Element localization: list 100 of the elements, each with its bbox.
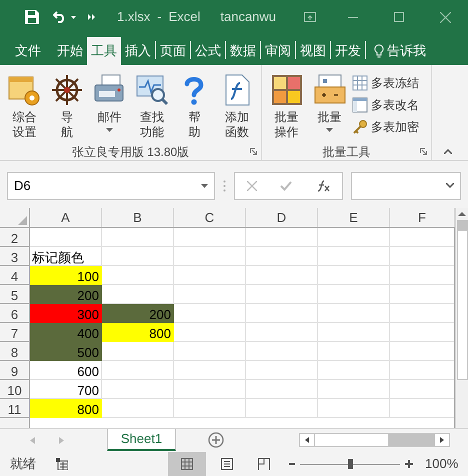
- vertical-scrollbar[interactable]: [455, 208, 468, 428]
- group-label: 张立良专用版 13.80版: [72, 144, 190, 160]
- ribbon-button[interactable]: 多表改名: [352, 95, 419, 114]
- table-cell: 300: [30, 304, 102, 323]
- tell-me-button[interactable]: 告诉我: [374, 37, 426, 65]
- ribbon-button[interactable]: 批量: [309, 73, 350, 143]
- table-cell: [102, 361, 174, 380]
- lightbulb-icon: [374, 44, 384, 58]
- horizontal-scrollbar[interactable]: [299, 433, 450, 447]
- table-cell: 800: [30, 399, 102, 418]
- table-cell: 700: [30, 380, 102, 399]
- user-name: tancanwu: [220, 8, 276, 26]
- formula-field[interactable]: [351, 172, 461, 200]
- insert-function-icon[interactable]: [316, 180, 330, 192]
- column-header[interactable]: D: [246, 208, 318, 227]
- ribbon-tab[interactable]: 开发: [331, 37, 365, 65]
- table-cell: [246, 380, 318, 399]
- page-layout-icon[interactable]: [221, 458, 233, 470]
- chart-magnifier-icon: [134, 73, 169, 107]
- scrollbar-thumb[interactable]: [456, 220, 468, 230]
- colored-tiles-icon: [270, 73, 304, 107]
- ribbon-tab[interactable]: 公式: [191, 37, 225, 65]
- row-header[interactable]: 6: [0, 304, 30, 323]
- row-header[interactable]: 8: [0, 342, 30, 361]
- dropdown-caret-icon[interactable]: [71, 16, 76, 18]
- ribbon-button[interactable]: 多表加密: [352, 117, 419, 136]
- scrollbar-thumb[interactable]: [314, 434, 389, 446]
- table-cell: [318, 399, 390, 418]
- table-cell: [246, 266, 318, 285]
- table-cell: [174, 228, 246, 247]
- table-cell: [318, 304, 390, 323]
- more-commands-icon[interactable]: [88, 14, 95, 20]
- maximize-icon[interactable]: [394, 12, 404, 22]
- table-cell: [102, 380, 174, 399]
- minimize-icon[interactable]: [348, 16, 358, 18]
- ribbon-button[interactable]: 查找 功能: [132, 73, 172, 143]
- ribbon-button[interactable]: 添加 函数: [216, 73, 257, 143]
- table-cell: [102, 228, 174, 247]
- row-header[interactable]: 11: [0, 399, 30, 418]
- table-cell: 200: [102, 304, 174, 323]
- row-header[interactable]: 2: [0, 228, 30, 247]
- table-cell: [318, 323, 390, 342]
- ribbon-button[interactable]: 多表冻结: [352, 73, 419, 92]
- scroll-left-icon[interactable]: [305, 437, 309, 443]
- table-cell: [174, 266, 246, 285]
- name-box[interactable]: D6: [7, 172, 215, 200]
- ribbon-tab[interactable]: 数据: [226, 37, 260, 65]
- table-cell: 标记颜色: [30, 247, 102, 266]
- zoom-slider[interactable]: [300, 459, 400, 469]
- ribbon-button[interactable]: 邮件: [89, 73, 130, 143]
- column-header[interactable]: B: [102, 208, 174, 227]
- page-break-icon[interactable]: [258, 458, 270, 470]
- table-cell: [246, 304, 318, 323]
- ribbon-tab[interactable]: 视图: [296, 37, 330, 65]
- table-cell: [174, 247, 246, 266]
- collapse-ribbon-icon[interactable]: [444, 149, 452, 154]
- ribbon-button[interactable]: 帮 助: [174, 73, 214, 143]
- column-header[interactable]: A: [30, 208, 102, 227]
- corner-triangle-icon: [18, 216, 27, 225]
- ribbon-display-icon[interactable]: [304, 12, 316, 22]
- ribbon-tab[interactable]: 开始: [53, 37, 87, 65]
- macro-record-icon[interactable]: [56, 458, 68, 470]
- save-icon[interactable]: [25, 10, 39, 24]
- ribbon-tab[interactable]: 页面: [156, 37, 190, 65]
- table-cell: 100: [30, 266, 102, 285]
- close-icon[interactable]: [440, 12, 452, 22]
- normal-view-button[interactable]: [168, 452, 206, 476]
- table-cell: [102, 247, 174, 266]
- dialog-launcher-icon[interactable]: [250, 148, 257, 155]
- table-cell: [246, 323, 318, 342]
- table-cell: [102, 342, 174, 361]
- undo-icon[interactable]: [53, 11, 67, 23]
- add-sheet-icon[interactable]: [208, 432, 224, 448]
- row-header[interactable]: 10: [0, 380, 30, 399]
- status-text: 就绪: [10, 455, 36, 474]
- check-icon[interactable]: [280, 180, 292, 190]
- row-header[interactable]: 9: [0, 361, 30, 380]
- table-cell: [246, 361, 318, 380]
- row-header[interactable]: 4: [0, 266, 30, 285]
- ribbon-button[interactable]: 导 航: [46, 73, 87, 143]
- dialog-launcher-icon[interactable]: [420, 148, 427, 155]
- row-header[interactable]: 5: [0, 285, 30, 304]
- ribbon-tab[interactable]: 插入: [121, 37, 155, 65]
- ribbon-tab[interactable]: 文件: [11, 37, 45, 65]
- ribbon-tab[interactable]: 审阅: [261, 37, 295, 65]
- sheet-tab[interactable]: Sheet1: [107, 429, 176, 451]
- table-cell: [174, 342, 246, 361]
- ribbon-button[interactable]: 综合 设置: [4, 73, 44, 143]
- column-header[interactable]: E: [318, 208, 390, 227]
- zoom-in-icon[interactable]: [405, 460, 413, 468]
- ribbon-tab[interactable]: 工具: [87, 37, 121, 65]
- ribbon-button[interactable]: 批量 操作: [266, 73, 307, 143]
- scroll-right-icon[interactable]: [440, 437, 444, 443]
- window-icon: [352, 96, 368, 112]
- column-header[interactable]: C: [174, 208, 246, 227]
- row-header[interactable]: 3: [0, 247, 30, 266]
- drag-handle-icon: [223, 180, 226, 192]
- table-cell: [102, 266, 174, 285]
- table-cell: [318, 361, 390, 380]
- row-header[interactable]: 7: [0, 323, 30, 342]
